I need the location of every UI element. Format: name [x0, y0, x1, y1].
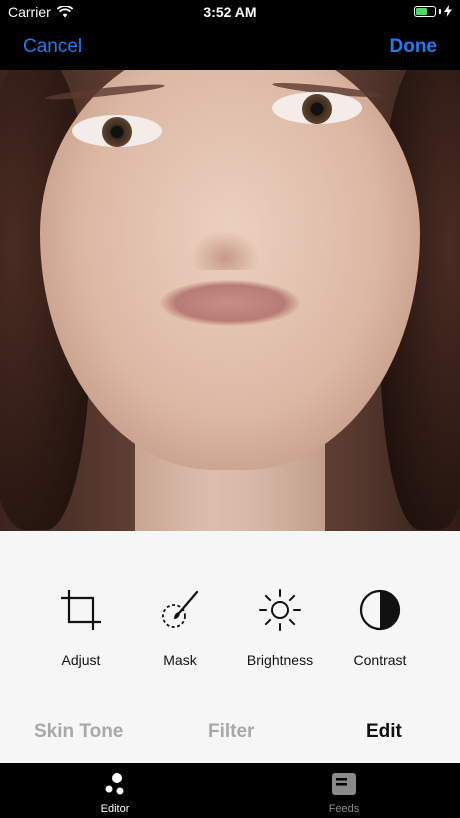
- charging-bolt-icon: [444, 5, 452, 17]
- tool-contrast-label: Contrast: [353, 652, 407, 668]
- tab-skin-tone[interactable]: Skin Tone: [34, 721, 123, 743]
- battery-cap: [439, 8, 441, 14]
- editor-panel: Adjust Mask Brightness Contrast Skin Ton…: [0, 531, 460, 763]
- photo-eye-left: [72, 115, 162, 147]
- tool-adjust-label: Adjust: [61, 652, 101, 668]
- tool-adjust[interactable]: Adjust: [31, 588, 131, 668]
- tabbar-editor-label: Editor: [100, 803, 130, 815]
- tool-brightness-label: Brightness: [246, 652, 314, 668]
- tool-mask[interactable]: Mask: [130, 588, 230, 668]
- status-bar: Carrier 3:52 AM: [0, 0, 460, 26]
- crop-icon: [61, 590, 101, 630]
- navigation-bar: Cancel Done: [0, 26, 460, 70]
- photo-eye-right: [272, 92, 362, 124]
- photo-lips: [160, 280, 300, 326]
- tabbar-editor[interactable]: Editor: [65, 771, 165, 815]
- brush-mask-icon: [162, 590, 199, 628]
- battery-group: [414, 5, 452, 17]
- done-button[interactable]: Done: [390, 36, 438, 58]
- tool-contrast[interactable]: Contrast: [330, 588, 430, 668]
- tool-strip: Adjust Mask Brightness Contrast: [0, 531, 460, 696]
- editor-dots-icon: [105, 773, 124, 795]
- contrast-icon: [359, 589, 401, 631]
- photo-editor-screen: Carrier 3:52 AM Cancel Done Adjust Mask …: [0, 0, 460, 818]
- photo-canvas[interactable]: [0, 70, 460, 531]
- battery-icon: [414, 5, 436, 17]
- tool-brightness[interactable]: Brightness: [230, 588, 330, 668]
- photo-nose: [190, 230, 260, 270]
- tabbar-feeds-label: Feeds: [328, 803, 360, 815]
- cancel-button[interactable]: Cancel: [23, 36, 82, 58]
- tab-filter[interactable]: Filter: [208, 721, 254, 743]
- feeds-card-icon: [332, 773, 356, 795]
- editor-tabs: Skin Tone Filter Edit: [0, 721, 460, 751]
- sun-icon: [259, 589, 301, 631]
- tab-edit[interactable]: Edit: [366, 721, 402, 743]
- tabbar-feeds[interactable]: Feeds: [294, 771, 394, 815]
- bottom-tab-bar: Editor Feeds: [0, 763, 460, 818]
- tool-mask-label: Mask: [163, 652, 197, 668]
- clock: 3:52 AM: [203, 4, 257, 20]
